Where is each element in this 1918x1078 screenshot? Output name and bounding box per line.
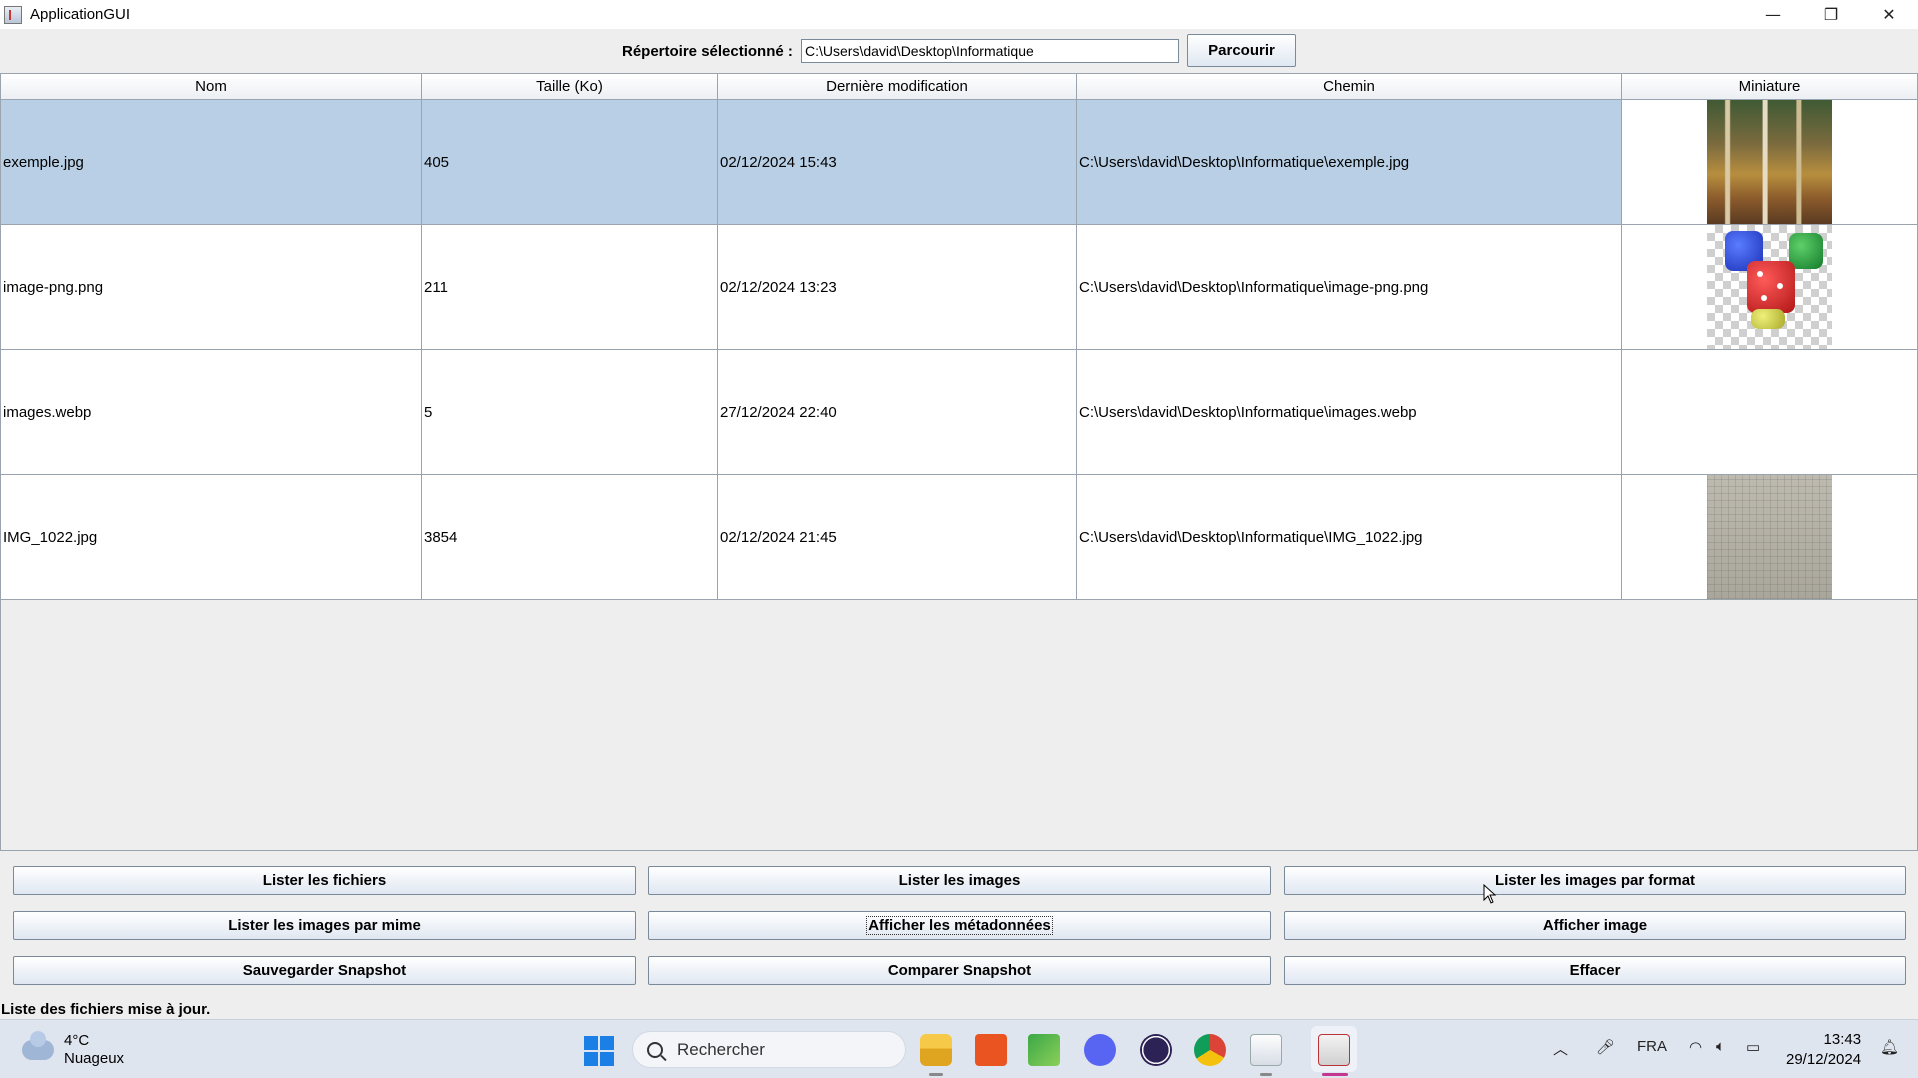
cell-modified: 02/12/2024 13:23 <box>718 225 1077 349</box>
minimize-button[interactable]: — <box>1744 0 1802 29</box>
cell-name: image-png.png <box>1 225 422 349</box>
clock-time: 13:43 <box>1823 1031 1862 1048</box>
wifi-icon[interactable]: ◠ <box>1689 1038 1702 1056</box>
weather-widget[interactable]: 4°C Nuageux <box>22 1031 125 1068</box>
red-die <box>1747 261 1795 313</box>
volume-icon[interactable]: 🔈︎ <box>1716 1038 1725 1055</box>
dice-thumbnail-image <box>1707 225 1832 349</box>
mouse-cursor-icon <box>1483 884 1497 904</box>
taskbar: 4°C Nuageux Rechercher ︿ 🎤︎ FRA ◠ 🔈︎ ▭ 1… <box>0 1019 1918 1078</box>
cell-name: images.webp <box>1 350 422 474</box>
file-table: Nom Taille (Ko) Dernière modification Ch… <box>0 73 1918 851</box>
table-header: Nom Taille (Ko) Dernière modification Ch… <box>1 74 1917 100</box>
cell-name: exemple.jpg <box>1 100 422 224</box>
directory-field[interactable]: C:\Users\david\Desktop\Informatique <box>801 39 1179 63</box>
cloud-icon <box>22 1031 54 1060</box>
image-viewer-icon[interactable] <box>1028 1034 1060 1066</box>
save-snapshot-button[interactable]: Sauvegarder Snapshot <box>13 956 636 985</box>
file-explorer-indicator <box>929 1073 943 1076</box>
file-explorer-icon[interactable] <box>920 1034 952 1066</box>
snipping-tool-icon[interactable] <box>1250 1034 1282 1066</box>
directory-bar: Répertoire sélectionné : C:\Users\david\… <box>0 29 1918 73</box>
battery-icon[interactable]: ▭ <box>1746 1038 1760 1056</box>
window-controls: — ❐ ✕ <box>1744 0 1918 29</box>
java-active-indicator <box>1322 1073 1348 1076</box>
cell-size: 3854 <box>422 475 718 599</box>
paper-thumbnail-image <box>1707 475 1832 599</box>
cell-thumbnail <box>1622 225 1917 349</box>
compare-snapshot-button[interactable]: Comparer Snapshot <box>648 956 1271 985</box>
chevron-up-icon[interactable]: ︿ <box>1553 1038 1568 1059</box>
cell-size: 211 <box>422 225 718 349</box>
cell-size: 5 <box>422 350 718 474</box>
table-row[interactable]: exemple.jpg 405 02/12/2024 15:43 C:\User… <box>1 100 1917 225</box>
windows-start-icon[interactable] <box>584 1036 614 1066</box>
show-image-button[interactable]: Afficher image <box>1284 911 1906 940</box>
ubuntu-icon[interactable] <box>975 1034 1007 1066</box>
snipping-tool-indicator <box>1260 1073 1272 1076</box>
cell-size: 405 <box>422 100 718 224</box>
yellow-die <box>1751 309 1785 329</box>
directory-label: Répertoire sélectionné : <box>622 43 793 60</box>
column-header-thumbnail[interactable]: Miniature <box>1622 74 1917 99</box>
column-header-name[interactable]: Nom <box>1 74 422 99</box>
cell-thumbnail <box>1622 350 1917 474</box>
java-app-icon <box>4 5 22 24</box>
clock[interactable]: 13:43 29/12/2024 <box>1786 1030 1861 1070</box>
window-title: ApplicationGUI <box>30 6 131 23</box>
chrome-icon[interactable] <box>1194 1034 1226 1066</box>
list-images-by-format-button[interactable]: Lister les images par format <box>1284 866 1906 895</box>
clear-button[interactable]: Effacer <box>1284 956 1906 985</box>
clock-date: 29/12/2024 <box>1786 1051 1862 1068</box>
search-icon <box>647 1041 663 1058</box>
show-metadata-label: Afficher les métadonnées <box>866 916 1053 935</box>
cell-path: C:\Users\david\Desktop\Informatique\imag… <box>1077 225 1622 349</box>
java-icon[interactable] <box>1318 1034 1350 1066</box>
cell-modified: 27/12/2024 22:40 <box>718 350 1077 474</box>
show-metadata-button[interactable]: Afficher les métadonnées <box>648 911 1271 940</box>
table-row[interactable]: image-png.png 211 02/12/2024 13:23 C:\Us… <box>1 225 1917 350</box>
status-message: Liste des fichiers mise à jour. <box>1 1001 211 1018</box>
cell-name: IMG_1022.jpg <box>1 475 422 599</box>
column-header-modified[interactable]: Dernière modification <box>718 74 1077 99</box>
green-die <box>1789 233 1823 269</box>
table-row[interactable]: images.webp 5 27/12/2024 22:40 C:\Users\… <box>1 350 1917 475</box>
language-indicator[interactable]: FRA <box>1637 1038 1667 1055</box>
microphone-icon[interactable]: 🎤︎ <box>1596 1038 1615 1056</box>
title-bar: ApplicationGUI — ❐ ✕ <box>0 0 1918 29</box>
column-header-path[interactable]: Chemin <box>1077 74 1622 99</box>
notification-icon[interactable]: 🔔︎ <box>1880 1038 1899 1056</box>
browse-button[interactable]: Parcourir <box>1187 34 1296 67</box>
list-images-button[interactable]: Lister les images <box>648 866 1271 895</box>
column-header-size[interactable]: Taille (Ko) <box>422 74 718 99</box>
list-files-button[interactable]: Lister les fichiers <box>13 866 636 895</box>
table-row[interactable]: IMG_1022.jpg 3854 02/12/2024 21:45 C:\Us… <box>1 475 1917 600</box>
taskbar-search[interactable]: Rechercher <box>632 1031 906 1068</box>
weather-description: Nuageux <box>64 1050 125 1067</box>
discord-icon[interactable] <box>1084 1034 1116 1066</box>
cell-modified: 02/12/2024 21:45 <box>718 475 1077 599</box>
search-placeholder: Rechercher <box>677 1039 765 1059</box>
eclipse-icon[interactable] <box>1140 1034 1172 1066</box>
forest-thumbnail-image <box>1707 100 1832 224</box>
weather-temperature: 4°C <box>64 1032 90 1049</box>
cell-thumbnail <box>1622 100 1917 224</box>
cell-path: C:\Users\david\Desktop\Informatique\exem… <box>1077 100 1622 224</box>
cell-path: C:\Users\david\Desktop\Informatique\IMG_… <box>1077 475 1622 599</box>
cell-thumbnail <box>1622 475 1917 599</box>
close-button[interactable]: ✕ <box>1860 0 1918 29</box>
cell-path: C:\Users\david\Desktop\Informatique\imag… <box>1077 350 1622 474</box>
cell-modified: 02/12/2024 15:43 <box>718 100 1077 224</box>
list-images-by-mime-button[interactable]: Lister les images par mime <box>13 911 636 940</box>
maximize-button[interactable]: ❐ <box>1802 0 1860 29</box>
